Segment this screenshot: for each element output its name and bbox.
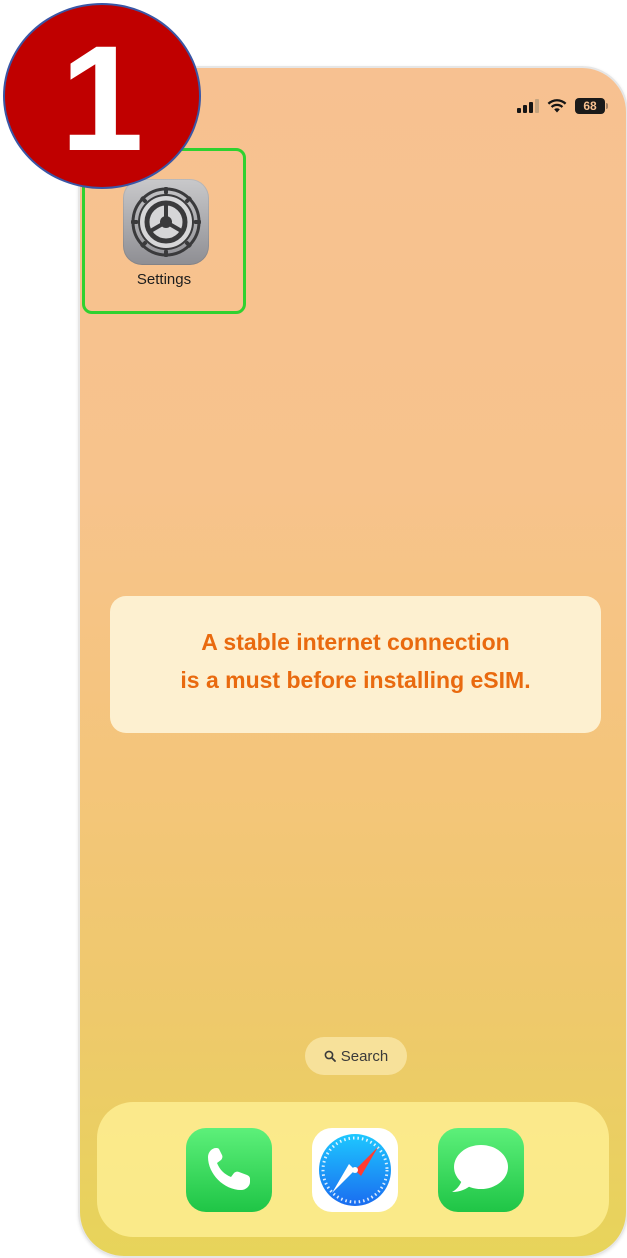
safari-compass-icon[interactable]: [312, 1128, 398, 1212]
notice-line-2: is a must before installing eSIM.: [180, 667, 531, 693]
settings-app-label: Settings: [136, 271, 192, 288]
status-bar: 68: [517, 98, 608, 114]
cellular-signal-icon: [517, 99, 539, 113]
wifi-icon: [547, 99, 567, 113]
notice-line-1: A stable internet connection: [201, 629, 510, 655]
step-number-badge: 1: [3, 3, 201, 189]
magnifier-icon: [324, 1050, 336, 1062]
phone-app-icon[interactable]: [186, 1128, 272, 1212]
settings-gear-icon[interactable]: [123, 179, 209, 265]
search-label: Search: [340, 1047, 389, 1065]
internet-connection-notice: A stable internet connection is a must b…: [110, 596, 601, 733]
messages-app-icon[interactable]: [438, 1128, 524, 1212]
spotlight-search-button[interactable]: Search: [305, 1037, 407, 1075]
battery-level: 68: [575, 98, 605, 114]
battery-icon: 68: [575, 98, 608, 114]
